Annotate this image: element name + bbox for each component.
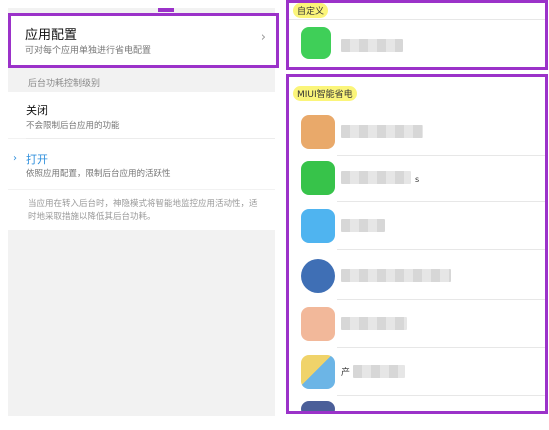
app-name-blurred xyxy=(341,317,407,330)
divider xyxy=(337,299,545,300)
app-name-blurred xyxy=(341,125,423,138)
app-name-blurred xyxy=(341,219,385,232)
app-row[interactable] xyxy=(301,209,541,249)
section-label: 后台功耗控制级别 xyxy=(28,79,101,89)
app-name-fragment: 产 xyxy=(341,368,351,378)
app-row[interactable] xyxy=(301,115,541,155)
description-text: 当应用在转入后台时，神隐模式将智能地监控应用活动性，适时地采取措施以降低其后台功… xyxy=(28,199,258,222)
app-config-item[interactable]: 应用配置 可对每个应用单独进行省电配置 › xyxy=(8,13,279,68)
option-off-subtitle: 不会限制后台应用的功能 xyxy=(26,121,120,131)
app-icon xyxy=(301,115,335,149)
app-icon xyxy=(301,307,335,341)
app-row[interactable] xyxy=(301,307,541,347)
app-row[interactable] xyxy=(301,401,541,411)
option-off-title: 关闭 xyxy=(26,104,48,117)
app-icon xyxy=(301,355,335,389)
app-row[interactable]: 产 xyxy=(301,355,541,395)
power-settings-panel: 应用配置 可对每个应用单独进行省电配置 › 后台功耗控制级别 关闭 不会限制后台… xyxy=(8,8,279,416)
app-row[interactable] xyxy=(301,27,541,67)
app-name-fragment: s xyxy=(415,175,420,184)
chevron-right-icon: › xyxy=(260,30,266,45)
divider xyxy=(337,201,545,202)
selected-check-icon: › xyxy=(13,153,17,164)
miui-label: MIUI智能省电 xyxy=(293,86,357,101)
app-icon xyxy=(301,259,335,293)
app-icon xyxy=(301,27,331,59)
app-row[interactable]: s xyxy=(301,161,541,201)
app-icon xyxy=(301,401,335,411)
app-name-blurred xyxy=(341,269,451,282)
custom-label: 自定义 xyxy=(293,3,329,18)
custom-apps-box: 自定义 xyxy=(286,0,548,70)
app-name-blurred xyxy=(353,365,405,378)
miui-smart-saving-box: MIUI智能省电 s 产 xyxy=(286,74,548,414)
highlight-mark xyxy=(158,8,174,12)
divider xyxy=(337,155,545,156)
option-on[interactable]: › 打开 依照应用配置，限制后台应用的活跃性 xyxy=(8,139,275,189)
app-config-subtitle: 可对每个应用单独进行省电配置 xyxy=(25,46,152,56)
divider xyxy=(337,395,545,396)
app-list-panel: 自定义 MIUI智能省电 s 产 xyxy=(282,0,549,430)
divider xyxy=(337,249,545,250)
option-off[interactable]: 关闭 不会限制后台应用的功能 xyxy=(8,92,275,138)
app-config-title: 应用配置 xyxy=(25,28,78,43)
option-on-title: 打开 xyxy=(26,153,48,166)
app-row[interactable] xyxy=(301,259,541,299)
app-name-blurred xyxy=(341,171,411,184)
app-icon xyxy=(301,209,335,243)
divider xyxy=(289,19,545,20)
app-name-blurred xyxy=(341,39,403,52)
app-icon xyxy=(301,161,335,195)
option-on-subtitle: 依照应用配置，限制后台应用的活跃性 xyxy=(26,169,171,179)
divider xyxy=(337,347,545,348)
